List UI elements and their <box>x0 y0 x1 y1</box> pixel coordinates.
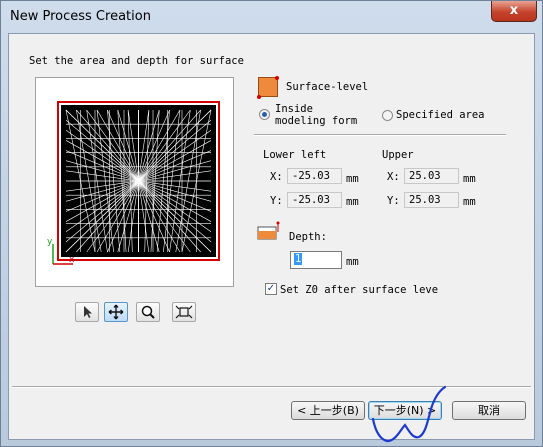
radio-inside-modeling-form[interactable] <box>259 109 270 120</box>
surface-preview-canvas: y x <box>47 101 220 265</box>
footer-divider <box>12 386 531 388</box>
move-icon <box>108 304 124 320</box>
surface-preview[interactable]: y x <box>35 77 234 287</box>
upper-y-label: Y: <box>387 195 400 207</box>
lower-left-heading: Lower left <box>263 149 327 161</box>
title-bar[interactable]: New Process Creation x <box>1 1 542 33</box>
lower-left-y-unit: mm <box>346 196 359 208</box>
upper-x-field[interactable]: 25.03 <box>404 168 459 184</box>
lower-left-y-label: Y: <box>270 195 283 207</box>
dialog-window: New Process Creation x Set the area and … <box>0 0 543 447</box>
lower-left-y-field[interactable]: -25.03 <box>287 192 342 208</box>
depth-input[interactable]: 1 <box>290 251 342 269</box>
radio-specified-area[interactable] <box>382 110 393 121</box>
lower-left-x-unit: mm <box>346 173 359 185</box>
close-button[interactable]: x <box>491 1 537 22</box>
y-axis-label: y <box>47 237 53 247</box>
upper-x-unit: mm <box>463 173 476 185</box>
pointer-icon <box>84 306 92 318</box>
section-divider <box>254 134 506 136</box>
upper-y-field[interactable]: 25.03 <box>404 192 459 208</box>
pointer-tool-button[interactable] <box>75 302 99 322</box>
lower-left-x-label: X: <box>270 171 283 183</box>
set-z0-label: Set Z0 after surface leve <box>280 284 439 296</box>
upper-heading: Upper <box>382 149 414 161</box>
radio-inside-label: Inside modeling form <box>275 103 358 127</box>
surface-level-label: Surface-level <box>286 81 369 93</box>
window-title: New Process Creation <box>10 9 151 24</box>
zoom-tool-button[interactable] <box>136 302 160 322</box>
lower-left-x-field[interactable]: -25.03 <box>287 168 342 184</box>
depth-icon <box>257 221 280 240</box>
radio-specified-label: Specified area <box>396 109 485 121</box>
zoom-icon <box>141 305 155 319</box>
instruction-text: Set the area and depth for surface <box>29 55 244 67</box>
back-button[interactable]: < 上一步(B) <box>291 401 365 420</box>
dialog-client-area: Set the area and depth for surface y x S… <box>8 33 535 440</box>
x-axis-label: x <box>69 255 75 265</box>
cancel-button[interactable]: 取消 <box>452 401 526 420</box>
toolpath-mesh <box>65 109 212 253</box>
depth-label: Depth: <box>289 231 327 243</box>
depth-unit: mm <box>346 256 359 268</box>
depth-input-value: 1 <box>294 253 303 265</box>
upper-y-unit: mm <box>463 196 476 208</box>
pen-annotation-scribble <box>371 385 447 443</box>
pan-tool-button[interactable] <box>104 302 128 322</box>
fit-view-button[interactable] <box>172 302 196 322</box>
fit-view-icon <box>175 305 193 319</box>
surface-corner-markers <box>257 76 279 99</box>
upper-x-label: X: <box>387 171 400 183</box>
set-z0-checkbox[interactable]: ✓ <box>265 283 277 295</box>
